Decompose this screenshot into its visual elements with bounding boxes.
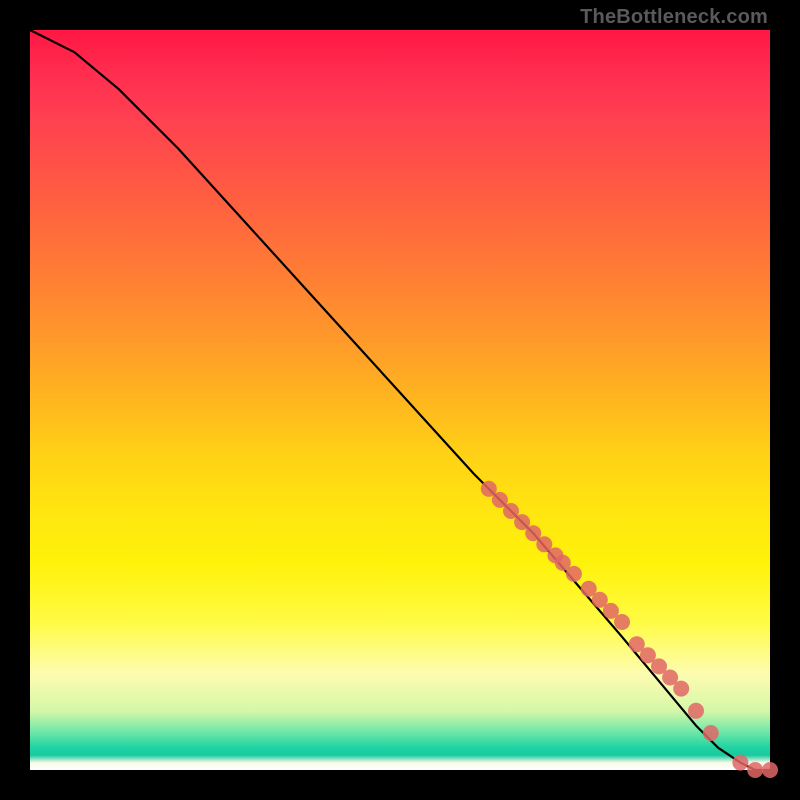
- marker-dot: [688, 703, 704, 719]
- marker-dot: [673, 681, 689, 697]
- marker-dot: [747, 762, 763, 778]
- plot-area: [30, 30, 770, 770]
- marker-dot: [762, 762, 778, 778]
- chart-overlay: [30, 30, 770, 770]
- marker-dot: [732, 755, 748, 771]
- marker-dot: [703, 725, 719, 741]
- chart-frame: TheBottleneck.com: [0, 0, 800, 800]
- marker-dot: [614, 614, 630, 630]
- marker-dot: [566, 566, 582, 582]
- marker-group: [481, 481, 778, 778]
- watermark-text: TheBottleneck.com: [580, 6, 768, 29]
